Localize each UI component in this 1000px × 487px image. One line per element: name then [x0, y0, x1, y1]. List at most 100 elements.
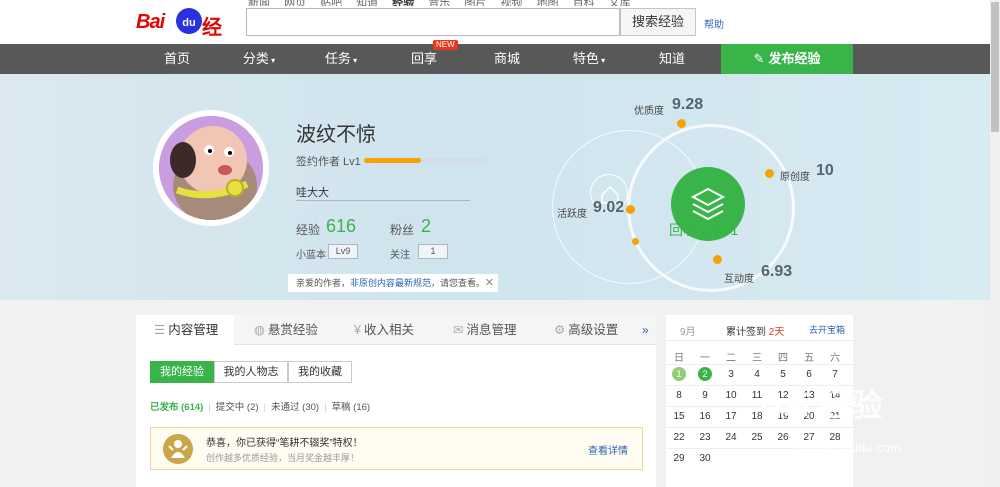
nav-category[interactable]: 分类 ▾ [218, 44, 300, 74]
top-bar: 新闻 网页 贴吧 知道 经验 音乐 图片 视频 地图 百科 文库 Bai du … [0, 0, 1000, 68]
motto-underline [296, 200, 470, 201]
weekday-header: 五 [804, 353, 814, 364]
yen-icon: ¥ [354, 323, 361, 337]
notice-link[interactable]: 非原创内容最新规范 [350, 278, 431, 288]
tab-reward-label: 悬赏经验 [267, 323, 318, 337]
tab-income[interactable]: ¥ 收入相关 [354, 315, 414, 345]
tab-content-management[interactable]: ☰ 内容管理 [136, 315, 234, 346]
motto-text[interactable]: 哇大大 [296, 184, 329, 200]
top-link-video[interactable]: 视频 [500, 0, 522, 6]
top-link-news[interactable]: 新闻 [248, 0, 270, 6]
filter-submitting[interactable]: 提交中 (2) [216, 402, 259, 413]
subtab-my-profile[interactable]: 我的人物志 [214, 361, 288, 383]
tab-settings[interactable]: ⚙ 高级设置 [554, 315, 618, 345]
calendar-day-number: 22 [673, 432, 685, 443]
award-title: 恭喜，你已获得“笔耕不辍奖”特权！ [206, 438, 363, 449]
nav-feature[interactable]: 特色 ▾ [548, 44, 630, 74]
calendar-day[interactable]: 23 [692, 429, 718, 446]
avatar[interactable] [153, 110, 269, 226]
chevron-down-icon: ▾ [350, 56, 358, 65]
top-link-zhidao[interactable]: 知道 [356, 0, 378, 6]
quality-value: 9.28 [672, 96, 704, 113]
level-progress-fill [364, 158, 422, 163]
subtab-my-favorites[interactable]: 我的收藏 [288, 361, 352, 383]
baidu-jingyan-logo[interactable]: Bai du 经验 [136, 8, 240, 68]
calendar-day-number: 30 [699, 453, 711, 464]
fans-value[interactable]: 2 [421, 216, 431, 237]
calendar-day[interactable]: 10 [718, 387, 744, 404]
tab-reward[interactable]: ◍ 悬赏经验 [254, 315, 318, 345]
new-badge: NEW [433, 40, 458, 50]
scrollbar-thumb[interactable] [991, 2, 999, 132]
calendar-day[interactable]: 26 [770, 429, 796, 446]
calendar-day[interactable]: 8 [666, 387, 692, 404]
help-link[interactable]: 帮助 [704, 16, 724, 31]
calendar-day[interactable]: 9 [692, 387, 718, 404]
calendar-day[interactable]: 16 [692, 408, 718, 425]
blue-book-level[interactable]: Lv9 [328, 244, 358, 259]
top-link-music[interactable]: 音乐 [428, 0, 450, 6]
level-progress-bar [364, 158, 486, 163]
nav-huixiang-label: 回享 [410, 51, 437, 66]
calendar-day-number: 1 [672, 367, 686, 381]
original-dot [765, 169, 774, 178]
calendar-day[interactable]: 25 [744, 429, 770, 446]
top-link-image[interactable]: 图片 [464, 0, 486, 6]
publish-button[interactable]: ✎ 发布经验 [721, 44, 853, 74]
calendar-gridline [666, 364, 853, 365]
top-link-map[interactable]: 地图 [537, 0, 559, 6]
calendar-day[interactable]: 1 [666, 366, 692, 383]
open-chest-link[interactable]: 去开宝箱 [809, 323, 845, 336]
nav-home-label: 首页 [163, 51, 190, 66]
original-label: 原创度 [780, 172, 810, 183]
weekday-header: 六 [830, 353, 840, 364]
close-icon[interactable]: ✕ [485, 274, 494, 292]
list-icon: ☰ [154, 323, 166, 337]
top-link-wenku[interactable]: 文库 [609, 0, 631, 6]
tab-messages[interactable]: ✉ 消息管理 [453, 315, 517, 345]
filter-draft[interactable]: 草稿 (16) [332, 402, 371, 413]
nav-task[interactable]: 任务 ▾ [300, 44, 382, 74]
top-link-tieba[interactable]: 贴吧 [320, 0, 342, 6]
author-rank: 签约作者 Lv1 [296, 156, 361, 168]
subtab-my-experience[interactable]: 我的经验 [150, 361, 214, 383]
calendar-day[interactable]: 15 [666, 408, 692, 425]
calendar-day[interactable]: 24 [718, 429, 744, 446]
share-score: 回享度3.51 [669, 220, 738, 240]
calendar-gridline [666, 427, 853, 428]
calendar-day[interactable]: 30 [692, 450, 718, 467]
share-score-value: 3.51 [711, 222, 739, 238]
calendar-day[interactable]: 22 [666, 429, 692, 446]
exp-value[interactable]: 616 [326, 216, 356, 237]
award-detail-link[interactable]: 查看详情 [588, 442, 628, 457]
calendar-day[interactable]: 17 [718, 408, 744, 425]
notice-suffix: ，请您查看。 [431, 278, 486, 288]
nav-mall[interactable]: 商城 [466, 44, 548, 74]
tabs-more-icon[interactable]: » [642, 323, 649, 337]
tab-income-label: 收入相关 [363, 323, 414, 337]
publish-label: 发布经验 [768, 51, 821, 66]
calendar-month: 9月 [680, 327, 696, 338]
nav-home[interactable]: 首页 [136, 44, 218, 74]
activity-dot [626, 205, 635, 214]
filter-published[interactable]: 已发布 (614) [150, 402, 203, 413]
follow-count[interactable]: 1 [418, 244, 448, 259]
search-button[interactable]: 搜索经验 [620, 8, 696, 36]
nav-zhidao[interactable]: 知道 [631, 44, 713, 74]
logo-bai-text: Bai [136, 11, 165, 33]
original-value: 10 [816, 162, 834, 179]
top-link-web[interactable]: 网页 [284, 0, 306, 6]
search-input[interactable] [246, 8, 620, 36]
notice-prefix: 亲爱的作者， [296, 278, 351, 288]
filter-rejected[interactable]: 未通过 (30) [271, 402, 319, 413]
tab-messages-label: 消息管理 [466, 323, 517, 337]
calendar-day[interactable]: 2 [692, 366, 718, 383]
calendar-day[interactable]: 3 [718, 366, 744, 383]
top-link-jingyan[interactable]: 经验 [392, 0, 414, 6]
calendar-day[interactable]: 29 [666, 450, 692, 467]
pen-icon: ✎ [753, 51, 765, 66]
calendar-day-number: 23 [699, 432, 711, 443]
top-link-baike[interactable]: 百科 [573, 0, 595, 6]
chevron-down-icon: ▾ [598, 56, 606, 65]
activity-label: 活跃度 [557, 209, 587, 220]
